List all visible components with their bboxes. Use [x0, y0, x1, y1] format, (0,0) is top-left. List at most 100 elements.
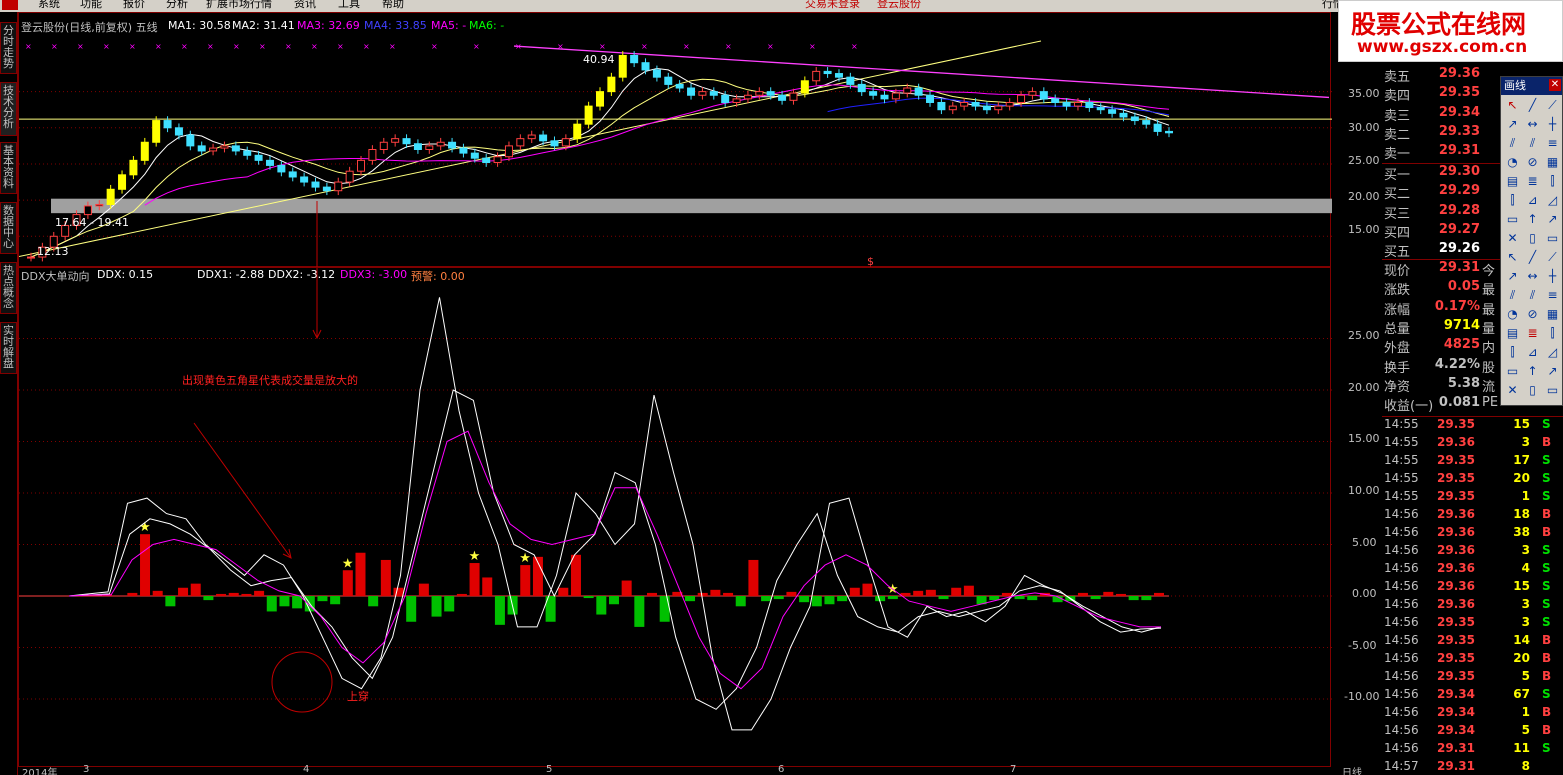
delete-icon[interactable]: ✕ [1504, 382, 1521, 399]
sell-level-label: 卖二 [1384, 127, 1411, 143]
ruler-icon[interactable]: ▭ [1544, 230, 1561, 247]
tab-data-center[interactable]: 数据中心 [0, 202, 17, 254]
triangle-icon[interactable]: ⊿ [1524, 344, 1541, 361]
price-chart-panel[interactable]: × × × × × × × × × × × × × × × × × × × × × × × × × × 登云股份(日线,前复权) … [18, 12, 1332, 268]
menu-quote[interactable]: 报价 [123, 0, 145, 11]
tick-side: B [1542, 633, 1552, 647]
parallel-icon[interactable]: ⫽ [1504, 135, 1521, 152]
gann-icon[interactable]: ▦ [1544, 154, 1561, 171]
fibonacci-icon[interactable]: ≡ [1544, 287, 1561, 304]
x-marker: × [259, 42, 266, 51]
arrow-line-icon[interactable]: ↗ [1504, 116, 1521, 133]
delete-icon[interactable]: ✕ [1504, 230, 1521, 247]
tick-volume: 67 [1513, 687, 1530, 701]
rect-icon[interactable]: ▭ [1504, 363, 1521, 380]
ddx3-value: DDX3: -3.00 [340, 268, 408, 281]
tick-time: 14:56 [1384, 579, 1419, 593]
triangle-icon[interactable]: ⊿ [1524, 192, 1541, 209]
tick-price: 29.36 [1437, 507, 1475, 521]
arc-icon[interactable]: ◔ [1504, 306, 1521, 323]
grid-icon[interactable]: ⫿ [1504, 344, 1521, 361]
x-axis-tick: 2014年 [22, 768, 58, 775]
menu-news[interactable]: 资讯 [294, 0, 316, 11]
ddx-bar [647, 592, 658, 596]
up-arrow-icon[interactable]: ↑ [1524, 363, 1541, 380]
arc-icon[interactable]: ◔ [1504, 154, 1521, 171]
close-icon[interactable]: ✕ [1549, 79, 1561, 91]
ddx-bar [697, 592, 708, 596]
down-arrow-icon[interactable]: ↗ [1544, 363, 1561, 380]
trade-tick-row: 14:55 29.35 15 S [1382, 417, 1563, 435]
menu-tools[interactable]: 工具 [338, 0, 360, 11]
note-icon[interactable]: ▯ [1524, 382, 1541, 399]
ddx-indicator-panel[interactable]: ★ ★ ★ ★ ★ DDX大单动向 DDX: 0.15 DDX1: -2.88 DDX2… [18, 267, 1332, 767]
menu-help[interactable]: 帮助 [382, 0, 404, 11]
candle-body [254, 154, 263, 161]
ddx-bar [317, 596, 328, 602]
rect-icon[interactable]: ▭ [1504, 211, 1521, 228]
cross-icon[interactable]: ┼ [1544, 116, 1561, 133]
drawing-toolbar[interactable]: 画线 ✕ ↖ ╱ ⟋ ↗ ↔ ┼ ⫽ ⫽ ≡ ◔ ⊘ ▦ ▤ ≣ ⫿ ⫿ ⊿ ◿ ▭ ↑ ↗ ✕ ▯ ▭ ↖ ╱ ⟋ ↗ ↔ ┼ ⫽ ⫽ ≡ ◔ ⊘… [1500, 76, 1563, 406]
arrow-line-icon[interactable]: ↗ [1504, 268, 1521, 285]
trade-tick-row: 14:56 29.36 38 B [1382, 525, 1563, 543]
tick-volume: 14 [1513, 633, 1530, 647]
circle-icon[interactable]: ⊘ [1524, 154, 1541, 171]
ddx-bar [634, 596, 645, 627]
stat-row-price: 9714 [1443, 317, 1480, 333]
wedge-icon[interactable]: ◿ [1544, 344, 1561, 361]
down-arrow-icon[interactable]: ↗ [1544, 211, 1561, 228]
tab-fundamentals[interactable]: 基本资料 [0, 142, 17, 194]
menu-function[interactable]: 功能 [80, 0, 102, 11]
ray-icon[interactable]: ⟋ [1544, 97, 1561, 114]
parallel-icon[interactable]: ⫽ [1504, 287, 1521, 304]
box-icon[interactable]: ▤ [1504, 325, 1521, 342]
trade-tick-row: 14:56 29.35 20 B [1382, 651, 1563, 669]
tab-hot-concepts[interactable]: 热点概念 [0, 262, 17, 314]
line-icon[interactable]: ╱ [1524, 249, 1541, 266]
ddx-axis-tick: 25.00 [1348, 329, 1380, 342]
fan-icon[interactable]: ⫿ [1544, 173, 1561, 190]
tab-live-commentary[interactable]: 实时解盘 [0, 322, 17, 374]
segment-icon[interactable]: ↔ [1524, 268, 1541, 285]
box-icon[interactable]: ▤ [1504, 173, 1521, 190]
ddx-bar [279, 596, 290, 607]
line-icon[interactable]: ╱ [1524, 97, 1541, 114]
segment-icon[interactable]: ↔ [1524, 116, 1541, 133]
trade-status[interactable]: 交易未登录 [805, 0, 860, 11]
x-marker: × [473, 42, 480, 51]
candle-body [755, 91, 764, 96]
cross-icon[interactable]: ┼ [1544, 268, 1561, 285]
up-arrow-icon[interactable]: ↑ [1524, 211, 1541, 228]
level-icon[interactable]: ≣ [1524, 325, 1541, 342]
period-label[interactable]: 日线 [1342, 764, 1362, 775]
ddx-axis-tick: 20.00 [1348, 381, 1380, 394]
candle-body [846, 76, 855, 85]
gann-icon[interactable]: ▦ [1544, 306, 1561, 323]
candle-body [448, 141, 457, 149]
level-icon[interactable]: ≣ [1524, 173, 1541, 190]
ddx-bar [494, 596, 505, 625]
menu-analysis[interactable]: 分析 [166, 0, 188, 11]
circle-icon[interactable]: ⊘ [1524, 306, 1541, 323]
x-marker: × [599, 42, 606, 51]
fibonacci-icon[interactable]: ≡ [1544, 135, 1561, 152]
fan-icon[interactable]: ⫿ [1544, 325, 1561, 342]
ma6-legend: MA6: - [469, 19, 505, 32]
stat-row-label: 涨幅 [1384, 302, 1411, 318]
menu-system[interactable]: 系统 [38, 0, 60, 11]
ray-icon[interactable]: ⟋ [1544, 249, 1561, 266]
channel-icon[interactable]: ⫽ [1524, 135, 1541, 152]
tab-timeshare[interactable]: 分时走势 [0, 22, 17, 74]
pointer-icon[interactable]: ↖ [1504, 249, 1521, 266]
note-icon[interactable]: ▯ [1524, 230, 1541, 247]
x-marker: × [809, 42, 816, 51]
pointer-icon[interactable]: ↖ [1504, 97, 1521, 114]
channel-icon[interactable]: ⫽ [1524, 287, 1541, 304]
ruler-icon[interactable]: ▭ [1544, 382, 1561, 399]
candle-body [402, 138, 411, 145]
wedge-icon[interactable]: ◿ [1544, 192, 1561, 209]
ddx-bar [570, 554, 581, 596]
tab-technical[interactable]: 技术分析 [0, 82, 17, 136]
grid-icon[interactable]: ⫿ [1504, 192, 1521, 209]
menu-extended-market[interactable]: 扩展市场行情 [206, 0, 272, 11]
